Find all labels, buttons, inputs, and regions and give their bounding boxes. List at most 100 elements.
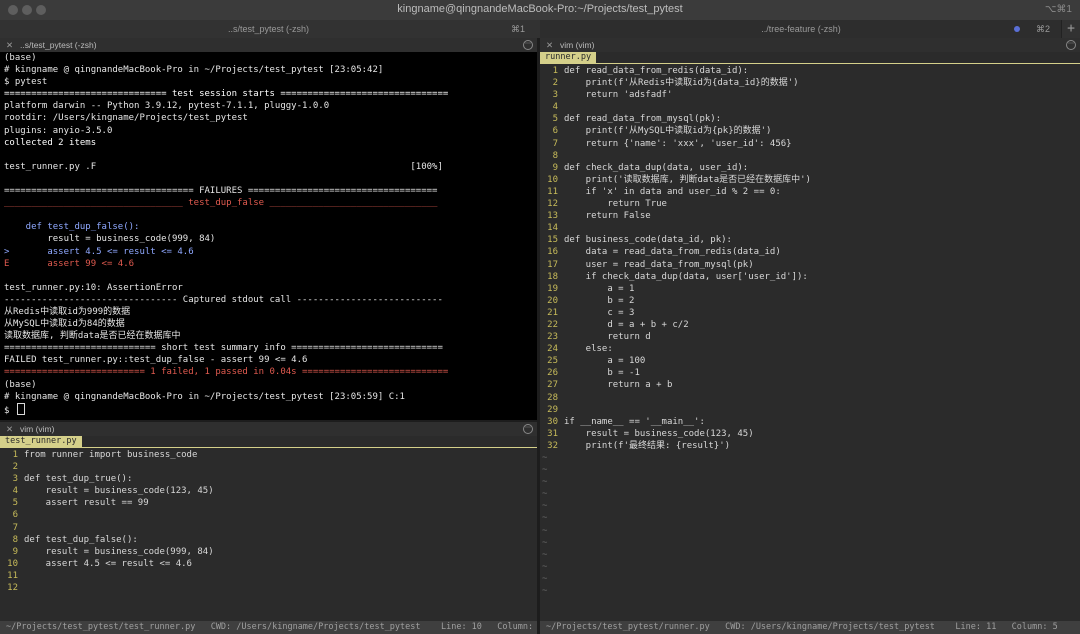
terminal-output[interactable]: (base) # kingname @ qingnandeMacBook-Pro … [0, 52, 537, 420]
code-line: 6 print(f'从MySQL中读取id为{pk}的数据') [540, 125, 1080, 137]
tab-label: ../tree-feature (-zsh) [761, 24, 841, 34]
code-line: 1 from runner import business_code [0, 449, 537, 461]
line-number: 28 [547, 392, 558, 403]
code-text: if check_data_dup(data, user['user_id'])… [564, 271, 808, 282]
code-line: 4 result = business_code(123, 45) [0, 485, 537, 497]
tab-test-pytest[interactable]: ..s/test_pytest (-zsh) ⌘1 [0, 20, 537, 38]
code-line: 28 [540, 392, 1080, 404]
code-line: 8 [540, 150, 1080, 162]
code-text: return True [564, 199, 667, 210]
terminal-line: def test_dup_false(): [4, 222, 140, 233]
code-text: a = 1 [564, 283, 635, 294]
code-line: 4 [540, 101, 1080, 113]
line-number: 25 [547, 356, 558, 367]
terminal-line: ============================ short test … [4, 343, 443, 354]
terminal-line: ========================== 1 failed, 1 p… [4, 367, 449, 378]
code-line: 12 return True [540, 198, 1080, 210]
code-line: 29 [540, 404, 1080, 416]
line-number: 5 [552, 114, 558, 125]
code-line: 9 result = business_code(999, 84) [0, 546, 537, 558]
line-number: 3 [552, 90, 558, 101]
code-line: 23 return d [540, 331, 1080, 343]
line-number: 12 [7, 583, 18, 594]
tab-shortcut: ⌘1 [510, 24, 525, 34]
tab-tree-feature[interactable]: ../tree-feature (-zsh) ⌘2 [540, 20, 1062, 38]
code-text: result = business_code(123, 45) [564, 428, 754, 439]
code-line: 11 if 'x' in data and user_id % 2 == 0: [540, 186, 1080, 198]
code-line: 9 def check_data_dup(data, user_id): [540, 162, 1080, 174]
code-line: 24 else: [540, 343, 1080, 355]
code-text: b = -1 [564, 368, 640, 379]
code-editor[interactable]: 1 def read_data_from_redis(data_id): 2 pri… [540, 65, 1080, 597]
code-line: 8 def test_dup_false(): [0, 534, 537, 546]
line-number: 2 [552, 78, 558, 89]
tab-shortcut: ⌘2 [1035, 24, 1050, 34]
line-number: 15 [547, 235, 558, 246]
buffer-tab[interactable]: test_runner.py [0, 436, 82, 447]
line-number: 20 [547, 295, 558, 306]
title-bar: kingname@qingnandeMacBook-Pro:~/Projects… [0, 0, 1080, 20]
close-pane-icon[interactable]: ✕ [6, 38, 13, 52]
line-number: 26 [547, 368, 558, 379]
terminal-line: =================================== FAIL… [4, 186, 438, 197]
code-text: return d [564, 332, 651, 343]
terminal-line: (base) [4, 53, 37, 63]
pane-header: ✕ ..s/test_pytest (-zsh) ⋯ [0, 38, 537, 52]
code-line: 32 print(f'最终结果: {result}') [540, 440, 1080, 452]
code-text: if __name__ == '__main__': [564, 416, 705, 427]
code-line: 3 def test_dup_true(): [0, 473, 537, 485]
line-number: 4 [12, 486, 18, 497]
terminal-pane[interactable]: ✕ ..s/test_pytest (-zsh) ⋯ (base) # kingn… [0, 38, 537, 420]
new-tab-button[interactable]: + [1061, 20, 1080, 38]
code-line: 11 [0, 570, 537, 582]
code-line: 14 [540, 222, 1080, 234]
code-line: 19 a = 1 [540, 283, 1080, 295]
vim-pane-test-runner[interactable]: ✕ vim (vim) ⋯ test_runner.py 1 from runne… [0, 422, 537, 634]
close-pane-icon[interactable]: ✕ [6, 422, 13, 436]
pane-menu-icon[interactable]: ⋯ [1066, 40, 1076, 50]
buffer-tab[interactable]: runner.py [540, 52, 597, 63]
code-line: 12 [0, 582, 537, 594]
buffer-underline [0, 447, 537, 448]
close-pane-icon[interactable]: ✕ [546, 38, 553, 52]
code-line: 2 print(f'从Redis中读取id为{data_id}的数据') [540, 77, 1080, 89]
terminal-line: # kingname @ qingnandeMacBook-Pro in ~/P… [4, 391, 405, 402]
code-text: d = a + b + c/2 [564, 319, 689, 330]
code-editor[interactable]: 1 from runner import business_code 2 3 def t… [0, 449, 537, 594]
line-number: 21 [547, 307, 558, 318]
line-number: 16 [547, 247, 558, 258]
line-number: 2 [12, 462, 18, 473]
vim-pane-runner[interactable]: ✕ vim (vim) ⋯ runner.py 1 def read_data_f… [540, 38, 1080, 634]
line-number: 7 [552, 138, 558, 149]
code-text: print('读取数据库, 判断data是否已经在数据库中') [564, 174, 811, 185]
empty-line-marker: ~ [542, 453, 548, 463]
line-number: 14 [547, 223, 558, 234]
empty-line-marker: ~ [542, 489, 548, 500]
buffer-underline [540, 63, 1080, 64]
code-line: 18 if check_data_dup(data, user['user_id… [540, 271, 1080, 283]
terminal-line: platform darwin -- Python 3.9.12, pytest… [4, 101, 330, 112]
code-text: from runner import business_code [24, 450, 198, 460]
code-text: if 'x' in data and user_id % 2 == 0: [564, 186, 781, 197]
terminal-line: (base) [4, 379, 37, 390]
line-number: 31 [547, 428, 558, 439]
code-line: 3 return 'adsfadf' [540, 89, 1080, 101]
code-line: 5 def read_data_from_mysql(pk): [540, 113, 1080, 125]
line-number: 7 [12, 522, 18, 533]
terminal-line: 从Redis中读取id为999的数据 [4, 306, 131, 317]
line-number: 1 [552, 66, 558, 76]
empty-line-marker: ~ [542, 513, 548, 524]
line-number: 10 [7, 558, 18, 569]
code-line: 10 print('读取数据库, 判断data是否已经在数据库中') [540, 174, 1080, 186]
tab-bar: ..s/test_pytest (-zsh) ⌘1 ../tree-featur… [0, 20, 1080, 39]
line-number: 8 [552, 150, 558, 161]
line-number: 32 [547, 440, 558, 451]
pane-menu-icon[interactable]: ⋯ [523, 40, 533, 50]
pane-menu-icon[interactable]: ⋯ [523, 424, 533, 434]
terminal-line: result = business_code(999, 84) [4, 234, 216, 245]
terminal-line: ============================== test sess… [4, 89, 449, 100]
code-text: def check_data_dup(data, user_id): [564, 162, 749, 173]
